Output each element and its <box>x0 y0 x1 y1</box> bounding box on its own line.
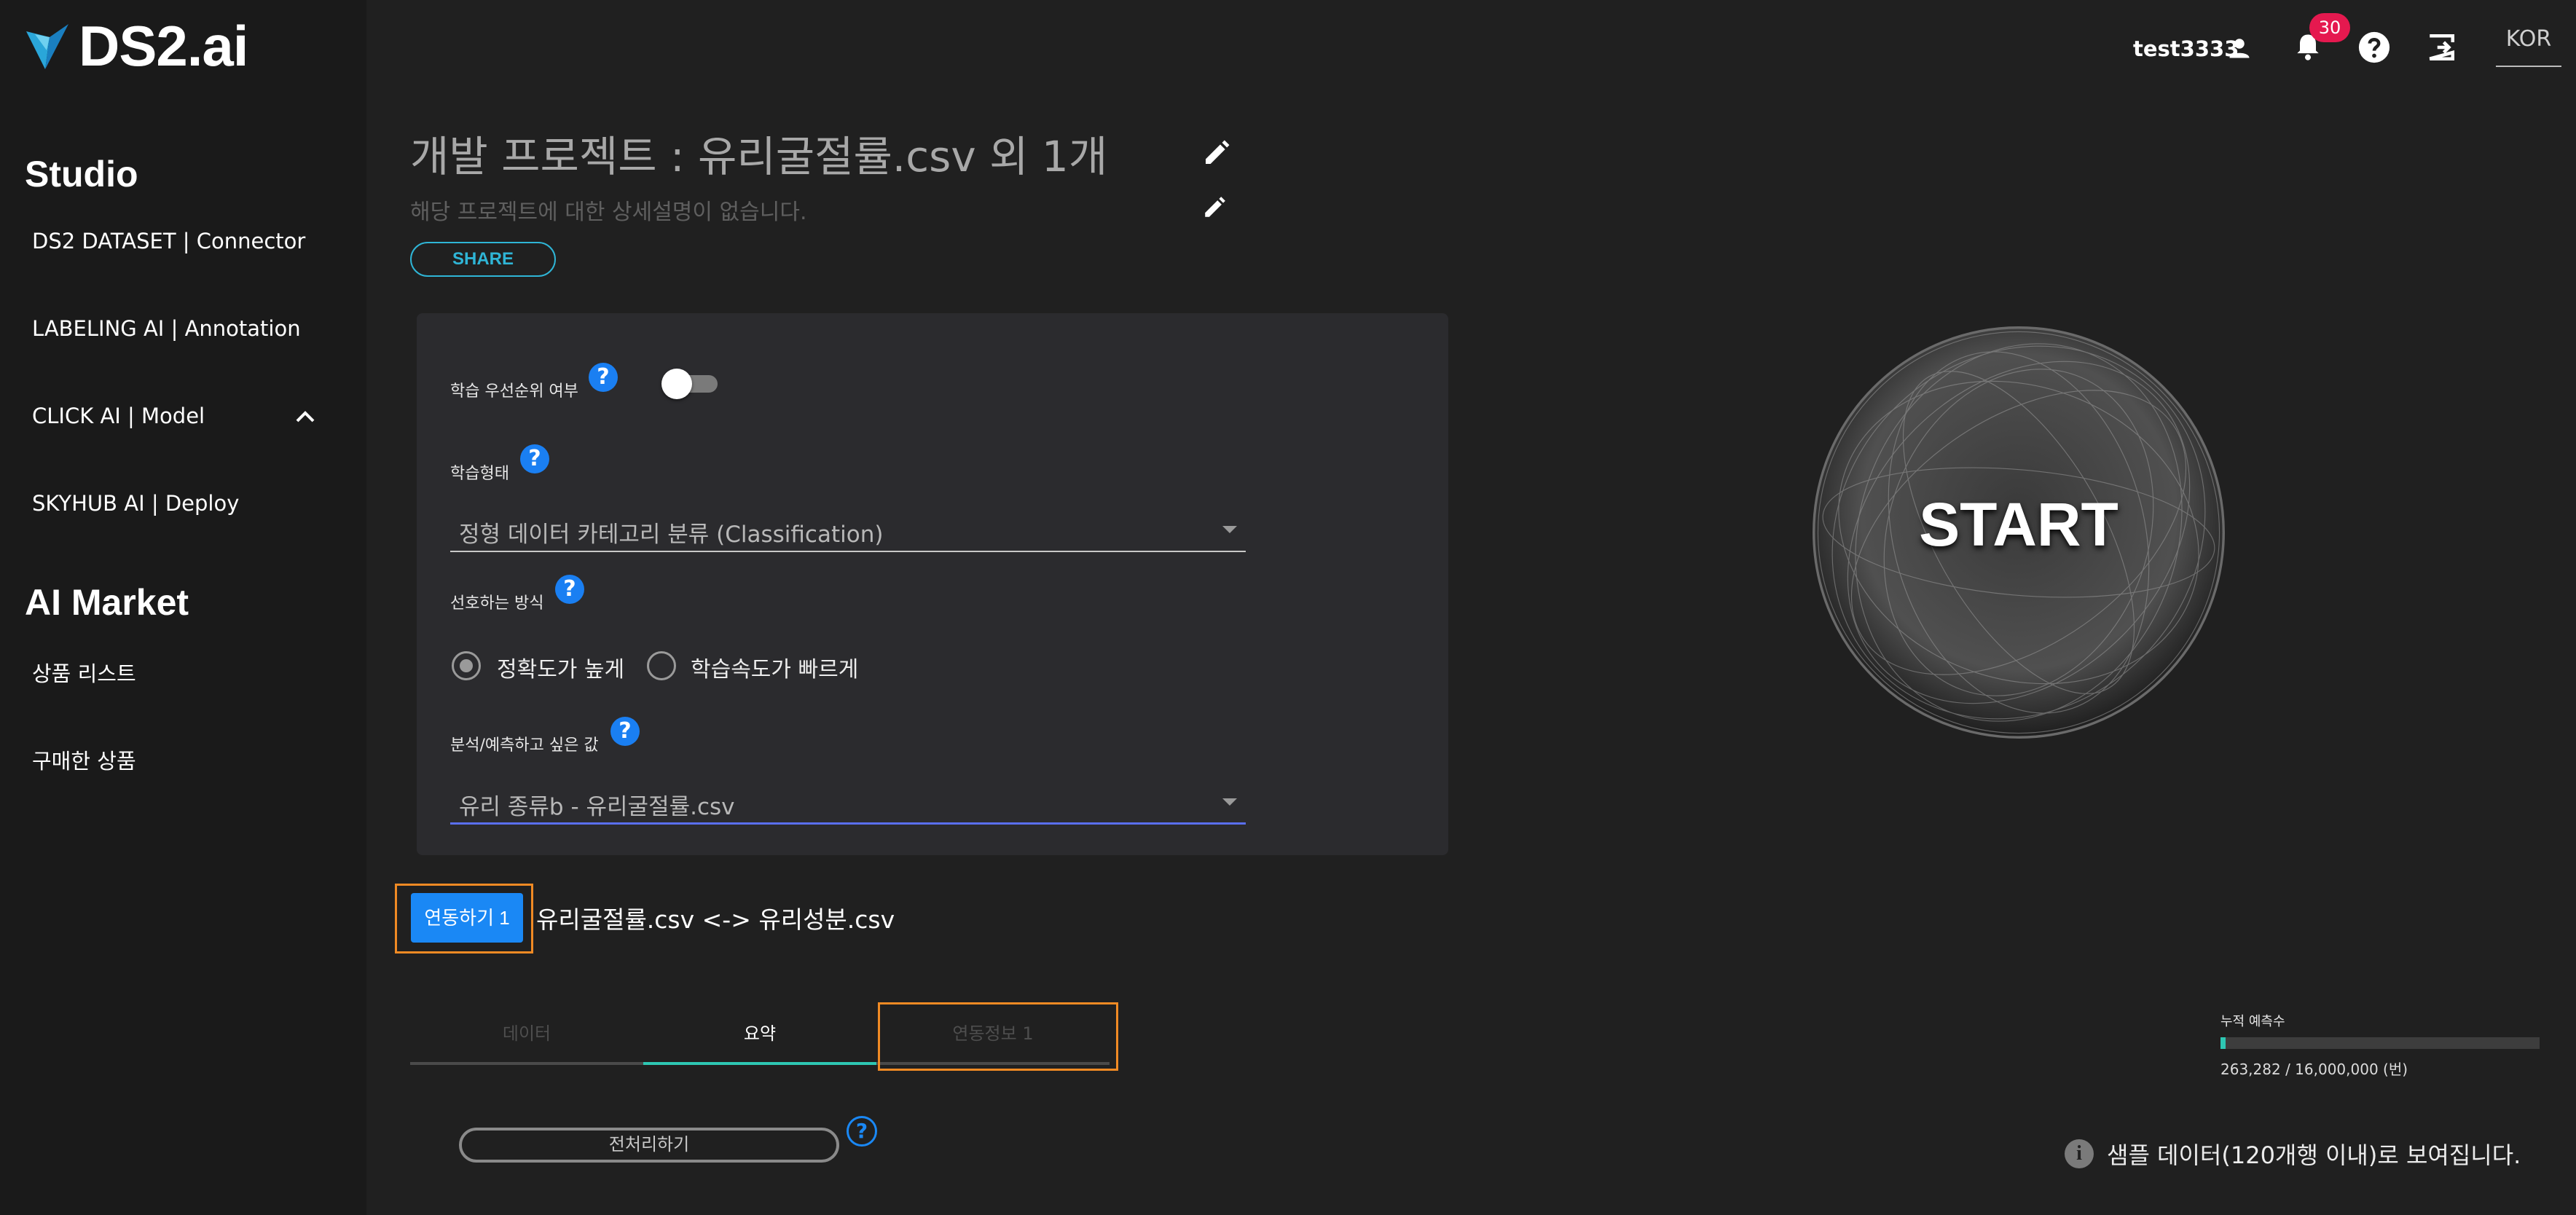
chevron-up-icon[interactable] <box>294 409 316 424</box>
target-value: 유리 종류b - 유리굴절률.csv <box>459 794 735 820</box>
radio-high-accuracy[interactable] <box>452 651 481 680</box>
sample-data-notice: i 샘플 데이터(120개행 이내)로 보여집니다. <box>2065 1137 2521 1171</box>
method-help-icon[interactable]: ? <box>555 575 584 604</box>
dropdown-caret-icon <box>1222 798 1237 806</box>
method-label: 선호하는 방식 <box>450 594 544 613</box>
radio-fast-training[interactable] <box>647 651 676 680</box>
edit-description-pencil-icon[interactable] <box>1202 195 1227 220</box>
priority-label: 학습 우선순위 여부 <box>450 382 578 401</box>
radio-high-accuracy-label[interactable]: 정확도가 높게 <box>497 651 624 683</box>
share-button[interactable]: SHARE <box>410 242 556 277</box>
sidebar-item-skyhub-ai[interactable]: SKYHUB AI | Deploy <box>32 491 239 516</box>
priority-toggle-thumb[interactable] <box>661 369 692 399</box>
project-description: 해당 프로젝트에 대한 상세설명이 없습니다. <box>410 200 807 225</box>
sidebar-item-ds2-dataset[interactable]: DS2 DATASET | Connector <box>32 229 305 253</box>
prediction-usage-fill <box>2220 1037 2226 1049</box>
tab-data-underline <box>410 1062 643 1065</box>
user-icon[interactable] <box>2226 35 2253 61</box>
connection-relation: 유리굴절률.csv <-> 유리성분.csv <box>536 905 895 934</box>
ai-market-section-title: AI Market <box>25 582 189 623</box>
start-button-label[interactable]: START <box>1810 489 2228 560</box>
dropdown-caret-icon <box>1222 526 1237 533</box>
username-label[interactable]: test3333 <box>2133 36 2239 61</box>
sidebar-item-labeling-ai[interactable]: LABELING AI | Annotation <box>32 316 301 341</box>
language-selector[interactable]: KOR <box>2496 26 2561 67</box>
logout-icon[interactable] <box>2426 32 2457 63</box>
training-type-value: 정형 데이터 카테고리 분류 (Classification) <box>459 522 884 548</box>
training-type-label: 학습형태 <box>450 465 509 483</box>
brand-name: DS2.ai <box>79 14 248 78</box>
ds2-logo-icon <box>26 23 68 69</box>
notification-badge: 30 <box>2309 13 2350 42</box>
connection-tab-highlight-frame <box>878 1002 1118 1071</box>
prediction-count: 263,282 / 16,000,000 (번) <box>2220 1061 2408 1078</box>
edit-title-pencil-icon[interactable] <box>1202 138 1231 168</box>
sidebar: DS2.ai Studio DS2 DATASET | Connector LA… <box>0 0 366 1215</box>
help-icon[interactable] <box>2357 31 2391 64</box>
sidebar-item-product-list[interactable]: 상품 리스트 <box>32 657 136 688</box>
radio-fast-training-label[interactable]: 학습속도가 빠르게 <box>691 651 858 683</box>
cumulative-predictions-label: 누적 예측수 <box>2220 1014 2285 1029</box>
tab-summary-underline <box>643 1062 876 1065</box>
preprocess-help-icon[interactable]: ? <box>847 1116 877 1147</box>
project-title: 개발 프로젝트 : 유리굴절률.csv 외 1개 <box>410 132 1108 181</box>
tab-summary[interactable]: 요약 <box>643 1002 876 1065</box>
training-type-help-icon[interactable]: ? <box>520 444 549 473</box>
priority-help-icon[interactable]: ? <box>589 363 618 392</box>
target-value-select[interactable]: 유리 종류b - 유리굴절률.csv <box>450 778 1246 825</box>
training-type-select[interactable]: 정형 데이터 카테고리 분류 (Classification) <box>450 506 1246 552</box>
sidebar-item-purchased-products[interactable]: 구매한 상품 <box>32 744 136 775</box>
target-label: 분석/예측하고 싶은 값 <box>450 736 599 755</box>
studio-section-title: Studio <box>25 154 138 194</box>
sidebar-item-click-ai[interactable]: CLICK AI | Model <box>32 404 205 428</box>
prediction-usage-bar <box>2220 1037 2540 1049</box>
preprocess-button[interactable]: 전처리하기 <box>459 1128 839 1163</box>
connect-button[interactable]: 연동하기 1 <box>411 893 523 943</box>
target-help-icon[interactable]: ? <box>610 717 640 746</box>
tab-data[interactable]: 데이터 <box>410 1002 643 1065</box>
sample-data-text: 샘플 데이터(120개행 이내)로 보여집니다. <box>2107 1141 2521 1169</box>
brand-logo[interactable]: DS2.ai <box>25 13 248 79</box>
info-icon: i <box>2065 1139 2094 1168</box>
